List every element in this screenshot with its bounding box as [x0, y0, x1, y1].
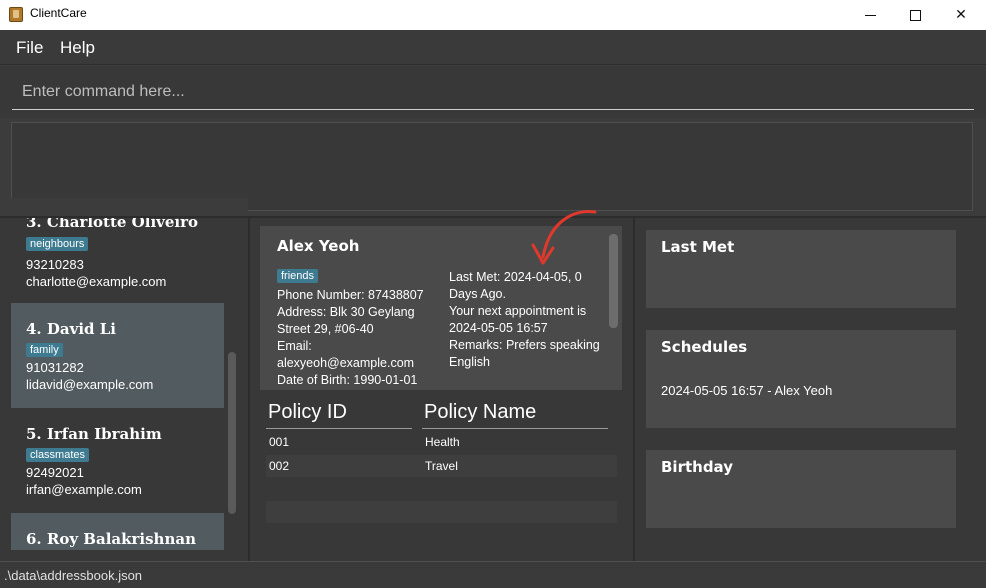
detail-email: alexyeoh@example.com	[277, 356, 415, 370]
policy-id-header[interactable]: Policy ID	[268, 401, 347, 424]
status-path: .\data\addressbook.json	[4, 568, 143, 583]
table-row-empty	[266, 501, 617, 523]
status-bar	[0, 561, 986, 588]
schedule-entry: 2024-05-05 16:57 - Alex Yeoh	[661, 383, 833, 398]
detail-phone: Phone Number: 87438807	[277, 288, 424, 302]
person-tag: classmates	[26, 448, 90, 462]
menu-help[interactable]: Help	[60, 38, 95, 58]
policy-name-header[interactable]: Policy Name	[424, 401, 536, 424]
person-tag: neighbours	[26, 237, 89, 251]
detail-name: Alex Yeoh	[277, 237, 360, 255]
person-name: 5. Irfan Ibrahim	[26, 425, 162, 443]
person-email: charlotte@example.com	[26, 274, 167, 289]
person-email: irfan@example.com	[26, 482, 142, 497]
menu-file[interactable]: File	[16, 38, 43, 58]
app-icon	[9, 7, 23, 22]
close-icon: ✕	[955, 7, 967, 23]
minimize-button[interactable]	[847, 0, 893, 30]
detail-last-met-2: Days Ago.	[449, 287, 506, 301]
window-title: ClientCare	[30, 6, 87, 20]
policy-id-cell: 001	[269, 435, 290, 449]
header-underline	[422, 428, 608, 429]
schedules-title: Schedules	[661, 338, 748, 356]
policy-name-cell: Travel	[425, 459, 458, 473]
detail-appointment-time: 2024-05-05 16:57	[449, 321, 548, 335]
person-name: 6. Roy Balakrishnan	[26, 530, 196, 548]
list-item[interactable]: 4. David Li family 91031282 lidavid@exam…	[11, 303, 224, 408]
detail-dob: Date of Birth: 1990-01-01	[277, 373, 418, 387]
maximize-button[interactable]	[892, 0, 938, 30]
table-row[interactable]: 001 Health	[266, 431, 617, 453]
policy-name-cell: Health	[425, 435, 460, 449]
minimize-icon	[864, 14, 876, 16]
maximize-icon	[909, 9, 921, 21]
birthday-title: Birthday	[661, 458, 733, 476]
command-input[interactable]	[12, 74, 974, 110]
detail-remarks: Remarks: Prefers speaking	[449, 338, 600, 352]
detail-email-label: Email:	[277, 339, 312, 353]
header-underline	[266, 428, 412, 429]
last-met-title: Last Met	[661, 238, 735, 256]
detail-scrollbar[interactable]	[609, 234, 618, 328]
annotation-arrow-icon	[531, 210, 597, 265]
person-email: lidavid@example.com	[26, 377, 154, 392]
detail-address: Address: Blk 30 Geylang	[277, 305, 415, 319]
title-bar: ClientCare ✕	[0, 0, 986, 30]
detail-tag: friends	[277, 269, 319, 283]
close-button[interactable]: ✕	[938, 0, 984, 30]
list-scrollbar[interactable]	[228, 352, 236, 514]
list-item[interactable]: 6. Roy Balakrishnan	[11, 513, 224, 550]
person-tag: family	[26, 343, 63, 357]
policy-id-cell: 002	[269, 459, 290, 473]
detail-appointment: Your next appointment is	[449, 304, 587, 318]
person-phone: 93210283	[26, 257, 84, 272]
list-clip	[0, 198, 248, 216]
menu-bar: File Help	[0, 30, 986, 65]
list-item[interactable]: 5. Irfan Ibrahim classmates 92492021 irf…	[11, 408, 224, 513]
detail-remarks-2: English	[449, 355, 490, 369]
person-name: 4. David Li	[26, 320, 116, 338]
person-phone: 91031282	[26, 360, 84, 375]
table-row[interactable]: 002 Travel	[266, 455, 617, 477]
detail-address-2: Street 29, #06-40	[277, 322, 374, 336]
person-phone: 92492021	[26, 465, 84, 480]
